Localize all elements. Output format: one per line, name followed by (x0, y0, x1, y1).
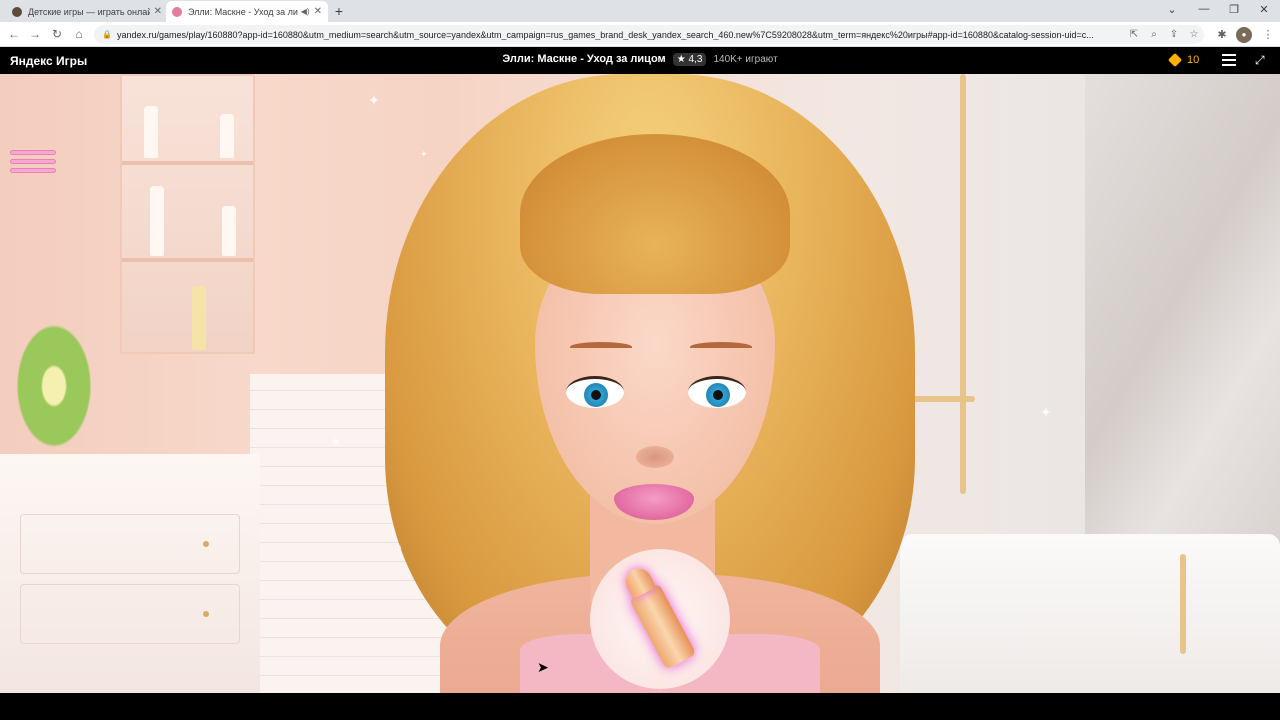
forward-icon[interactable]: → (27, 26, 43, 42)
right-eyebrow (690, 342, 752, 352)
coins-value: 10 (1187, 54, 1200, 66)
extensions-icon[interactable]: ✱ (1214, 27, 1230, 43)
sparkle-icon: ✦ (1040, 404, 1052, 420)
left-eyebrow (570, 342, 632, 352)
close-tab-icon[interactable]: ✕ (154, 6, 162, 17)
game-canvas[interactable]: ✦ ✦ ✦ ✦ ♡ ➤ (0, 74, 1280, 693)
address-bar[interactable]: 🔒 yandex.ru/games/play/160880?app-id=160… (94, 25, 1204, 44)
character-bangs (520, 134, 790, 294)
tub-faucet (1180, 554, 1186, 654)
restore-button[interactable]: ❐ (1224, 3, 1244, 16)
bathtub (900, 534, 1280, 693)
tab-search-icon[interactable]: ⌄ (1162, 3, 1182, 16)
minimize-button[interactable]: — (1194, 3, 1214, 15)
tab-title: Детские игры — играть онлайн (28, 6, 150, 17)
players-count: 140K+ играют (713, 54, 778, 65)
open-external-icon[interactable]: ⇱ (1124, 29, 1144, 40)
home-icon[interactable]: ⌂ (71, 26, 87, 42)
lock-icon[interactable]: 🔒 (102, 30, 112, 39)
coin-icon (1167, 52, 1183, 68)
mouse-cursor-icon: ➤ (537, 659, 549, 675)
sparkle-icon: ✦ (330, 434, 342, 450)
reload-icon[interactable]: ↻ (49, 26, 65, 42)
character-nose (636, 446, 674, 468)
right-eye (688, 376, 746, 408)
speaker-icon[interactable]: ◀) (301, 7, 310, 16)
left-eye (566, 376, 624, 408)
yandex-games-header: Яндекс Игры Элли: Маскне - Уход за лицом… (0, 47, 1280, 74)
game-info: Элли: Маскне - Уход за лицом ★ 4,3 140K+… (0, 53, 1280, 66)
coins-counter[interactable]: 10 (1167, 52, 1200, 68)
bookmark-star-icon[interactable]: ☆ (1184, 29, 1204, 40)
new-tab-button[interactable]: + (330, 3, 348, 19)
vanity-counter (0, 454, 260, 693)
bottom-bar (0, 693, 1280, 720)
header-menu-icon[interactable] (1222, 54, 1236, 66)
fullscreen-icon[interactable]: ⤢ (1255, 53, 1265, 68)
sparkle-icon: ✦ (420, 149, 428, 159)
shower-pipe (960, 74, 966, 494)
sparkle-icon: ✦ (368, 92, 380, 108)
browser-toolbar: ← → ↻ ⌂ 🔒 yandex.ru/games/play/160880?ap… (0, 22, 1280, 47)
heart-icon[interactable]: ♡ (385, 540, 403, 565)
tab-title: Элли: Маскне - Уход за лиц (188, 6, 298, 17)
share-icon[interactable]: ⇪ (1164, 29, 1184, 40)
close-tab-icon[interactable]: ✕ (314, 6, 322, 17)
game-menu-button[interactable] (10, 150, 56, 178)
rating-badge: ★ 4,3 (672, 53, 707, 66)
close-window-button[interactable]: ✕ (1254, 3, 1274, 16)
tab-ellie-game[interactable]: Элли: Маскне - Уход за лиц ◀) ✕ (166, 1, 328, 22)
tab-kids-games[interactable]: Детские игры — играть онлайн ✕ (6, 1, 168, 22)
profile-avatar[interactable]: ● (1236, 27, 1252, 43)
browser-tab-strip: Детские игры — играть онлайн ✕ Элли: Мас… (0, 0, 1280, 22)
url-text[interactable]: yandex.ru/games/play/160880?app-id=16088… (117, 30, 1124, 40)
bathroom-shelf (120, 74, 255, 354)
back-icon[interactable]: ← (6, 26, 22, 42)
game-title: Элли: Маскне - Уход за лицом (502, 53, 666, 65)
game-favicon-icon (172, 6, 182, 17)
zoom-icon[interactable]: ⌕ (1144, 29, 1164, 40)
browser-menu-icon[interactable]: ⋮ (1260, 27, 1276, 43)
yandex-favicon-icon (12, 6, 22, 17)
